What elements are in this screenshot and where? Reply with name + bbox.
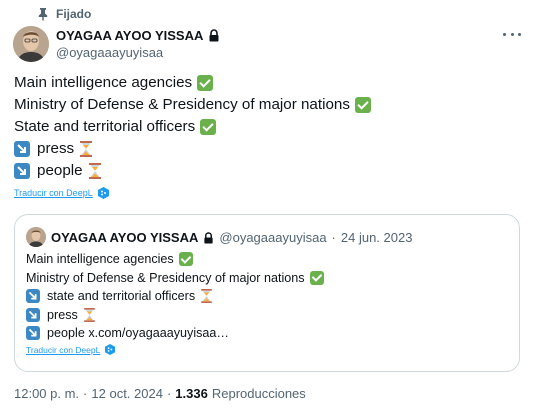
hourglass-icon bbox=[84, 307, 95, 322]
quoted-date: 24 jun. 2023 bbox=[340, 229, 413, 245]
hourglass-icon bbox=[80, 141, 93, 157]
arrow-down-right-icon bbox=[14, 163, 30, 179]
author-row: OYAGAA AYOO YISSAA bbox=[56, 27, 220, 43]
deepl-icon bbox=[97, 187, 109, 199]
quoted-line: people x.com/oyagaaayuyisaa… bbox=[26, 324, 506, 343]
avatar[interactable] bbox=[13, 26, 49, 62]
quoted-avatar bbox=[26, 227, 46, 247]
quoted-translate-link[interactable]: Traducir con DeepL bbox=[26, 344, 116, 355]
pinned-label: Fijado bbox=[56, 7, 92, 21]
quoted-author-row: OYAGAA AYOO YISSAA @oyagaaayuyisaa · 24 … bbox=[51, 229, 413, 245]
quoted-line: Ministry of Defense & Presidency of majo… bbox=[26, 269, 506, 288]
separator-dot: · bbox=[331, 229, 336, 245]
quoted-body: Main intelligence agencies Ministry of D… bbox=[26, 250, 506, 343]
quoted-author-name: OYAGAA AYOO YISSAA bbox=[51, 229, 199, 245]
lock-icon bbox=[203, 231, 214, 244]
pin-icon bbox=[36, 7, 50, 21]
arrow-down-right-icon bbox=[26, 307, 40, 322]
arrow-down-right-icon bbox=[14, 141, 30, 157]
hourglass-icon bbox=[88, 163, 101, 179]
tweet-line: Ministry of Defense & Presidency of majo… bbox=[14, 94, 514, 116]
tweet-time[interactable]: 12:00 p. m. bbox=[14, 386, 79, 401]
more-dots-icon[interactable] bbox=[503, 27, 521, 41]
tweet-line: press bbox=[14, 138, 514, 160]
tweet-body: Main intelligence agencies Ministry of D… bbox=[14, 72, 514, 182]
quoted-line: Main intelligence agencies bbox=[26, 250, 506, 269]
quoted-author-handle: @oyagaaayuyisaa bbox=[219, 229, 327, 245]
check-icon bbox=[197, 75, 214, 91]
check-icon bbox=[178, 252, 193, 267]
separator-dot: · bbox=[166, 386, 172, 401]
check-icon bbox=[200, 119, 217, 135]
quoted-line: press bbox=[26, 306, 506, 325]
arrow-down-right-icon bbox=[26, 289, 40, 304]
check-icon bbox=[309, 270, 324, 285]
tweet-meta: 12:00 p. m. · 12 oct. 2024 · 1.336 Repro… bbox=[14, 386, 306, 401]
tweet-line: State and territorial officers bbox=[14, 116, 514, 138]
hourglass-icon bbox=[201, 289, 212, 304]
tweet-line: Main intelligence agencies bbox=[14, 72, 514, 94]
translate-link[interactable]: Traducir con DeepL bbox=[14, 187, 109, 199]
views-count: 1.336 bbox=[175, 386, 208, 401]
deepl-icon bbox=[105, 344, 116, 355]
lock-icon bbox=[208, 28, 220, 42]
arrow-down-right-icon bbox=[26, 326, 40, 341]
pinned-indicator: Fijado bbox=[36, 6, 91, 22]
author-handle[interactable]: @oyagaaayuyisaa bbox=[56, 45, 163, 60]
tweet-line: people bbox=[14, 160, 514, 182]
separator-dot: · bbox=[83, 386, 88, 401]
author-name[interactable]: OYAGAA AYOO YISSAA bbox=[56, 28, 203, 43]
tweet-date[interactable]: 12 oct. 2024 bbox=[91, 386, 163, 401]
views-label: Reproducciones bbox=[211, 386, 306, 401]
check-icon bbox=[354, 97, 371, 113]
quoted-line: state and territorial officers bbox=[26, 287, 506, 306]
